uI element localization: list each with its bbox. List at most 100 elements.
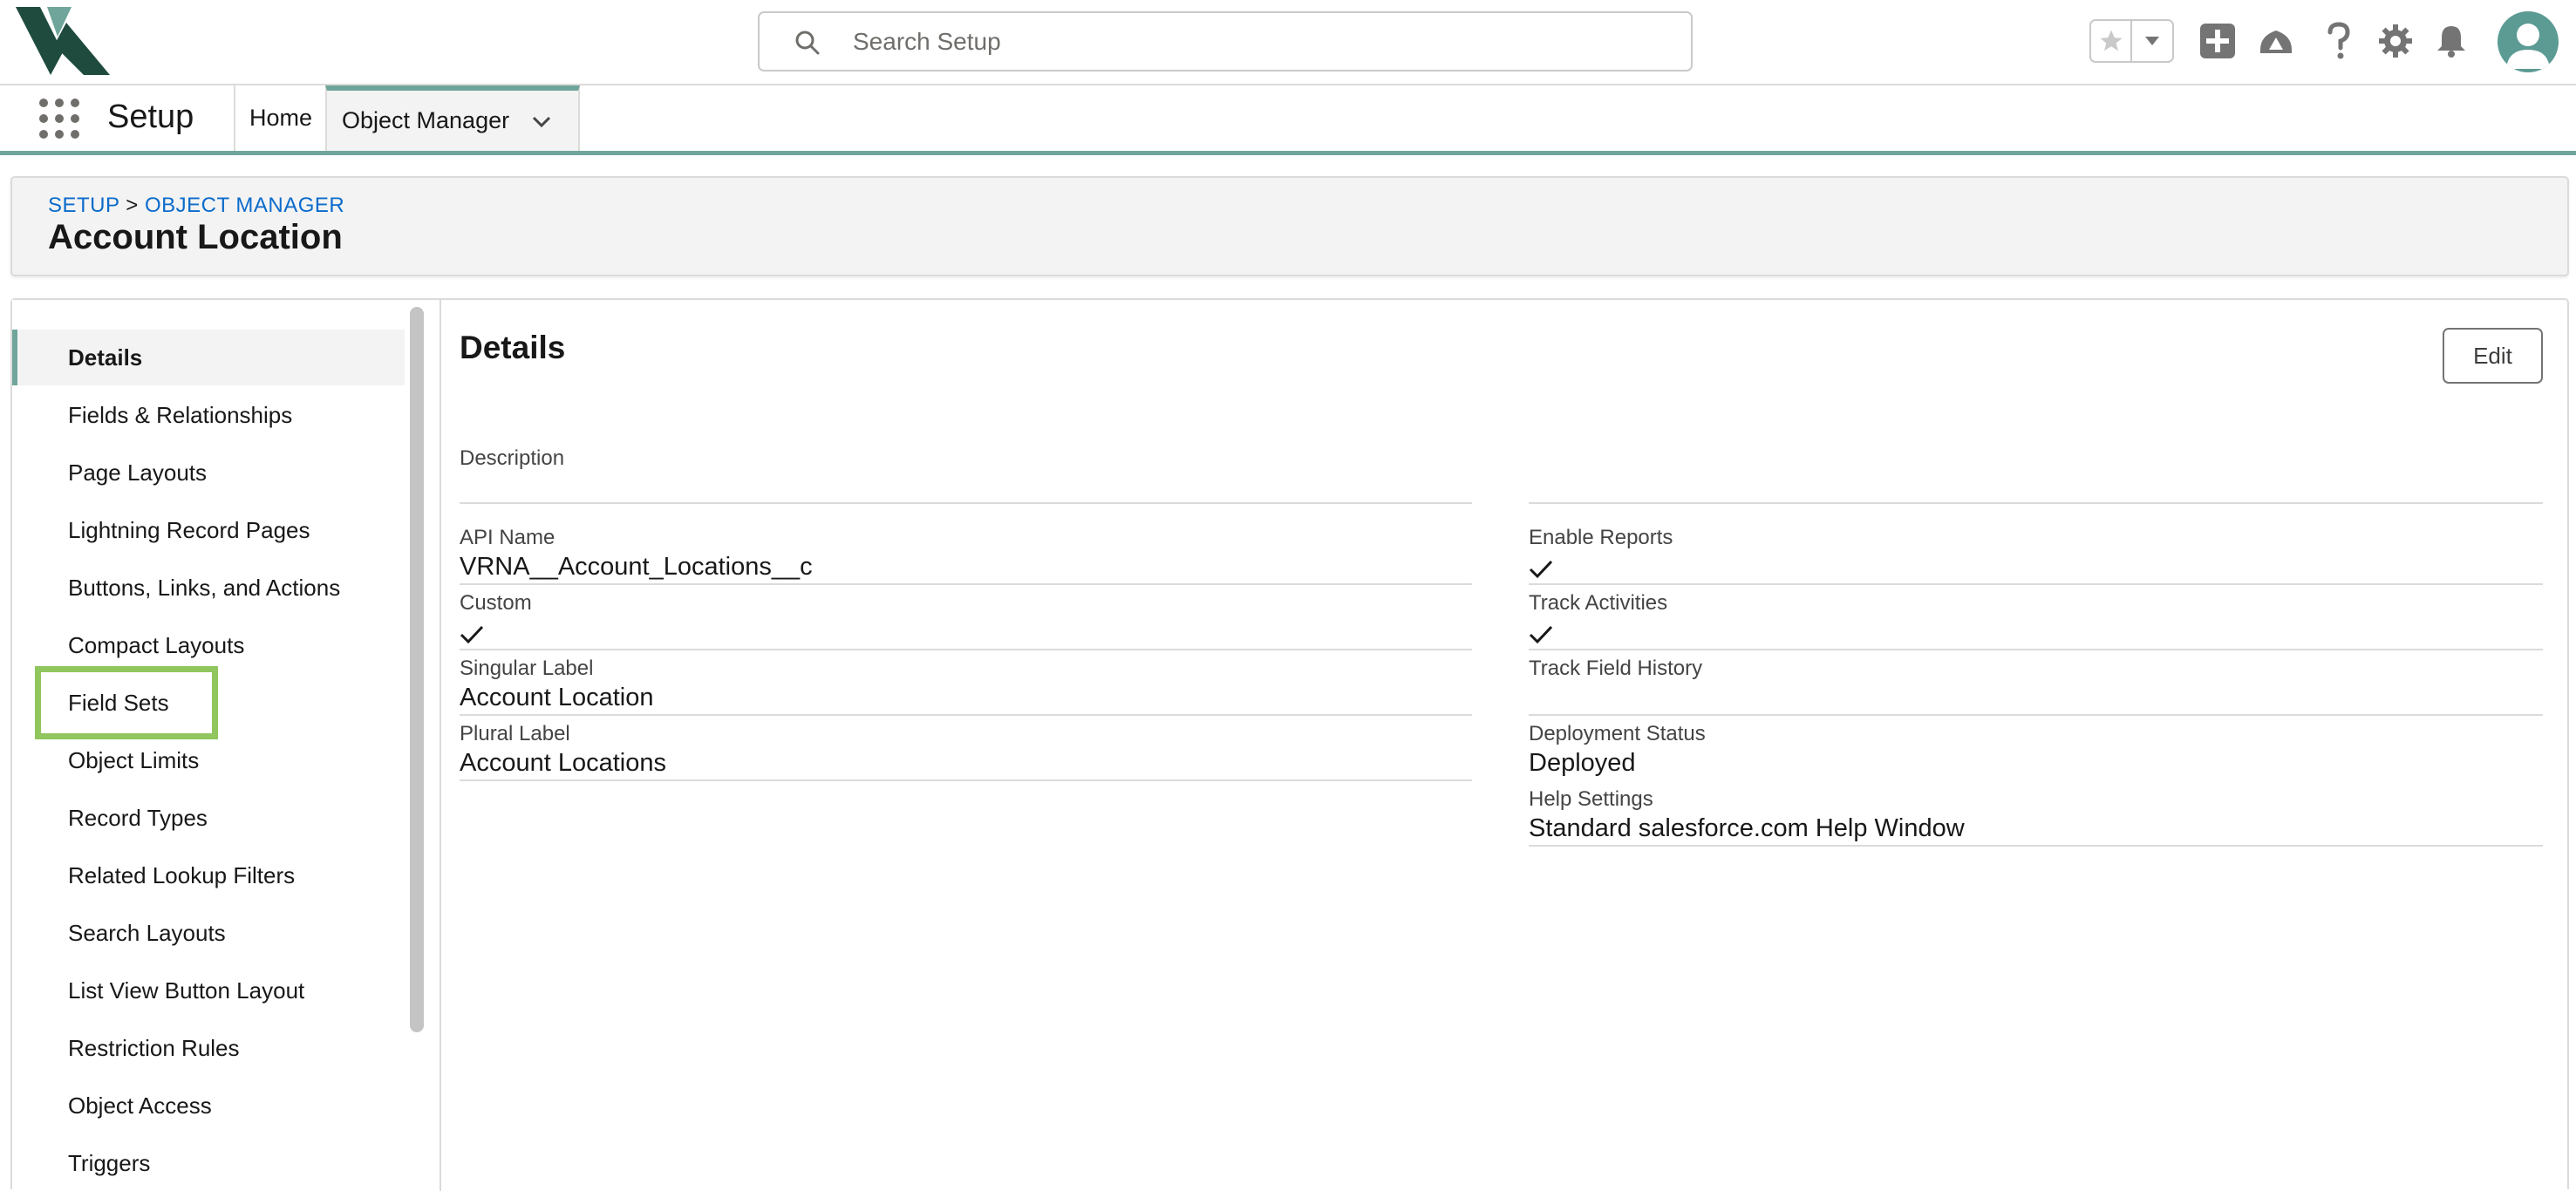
tab-object-manager-label: Object Manager [342, 107, 510, 133]
sidebar-item-field-sets[interactable]: Field Sets [12, 675, 405, 731]
sidebar-item-label: Details [68, 344, 143, 371]
divider [460, 714, 1472, 716]
plural-label-label: Plural Label [460, 722, 570, 745]
help-icon [2327, 22, 2350, 59]
plural-label-value: Account Locations [460, 749, 666, 777]
api-name-value: VRNA__Account_Locations__c [460, 553, 813, 581]
trailhead-button[interactable] [2254, 19, 2298, 63]
breadcrumb-object-manager-link[interactable]: OBJECT MANAGER [145, 194, 344, 217]
sidebar-item-label: Search Layouts [68, 919, 226, 946]
sidebar-nav: Details Fields & Relationships Page Layo… [12, 300, 405, 1191]
sidebar-item-label: Buttons, Links, and Actions [68, 574, 341, 601]
favorites-dropdown-button[interactable] [2132, 21, 2172, 61]
help-settings-value: Standard salesforce.com Help Window [1529, 814, 1965, 842]
sidebar-item-triggers[interactable]: Triggers [12, 1135, 405, 1191]
sidebar-item-label: Lightning Record Pages [68, 516, 310, 543]
breadcrumb-separator: > [126, 194, 139, 217]
breadcrumb: SETUP > OBJECT MANAGER [48, 194, 344, 218]
section-title: Details [460, 330, 566, 365]
sidebar-item-page-layouts[interactable]: Page Layouts [12, 445, 405, 500]
sidebar-item-lightning-record-pages[interactable]: Lightning Record Pages [12, 502, 405, 558]
track-field-history-label: Track Field History [1529, 657, 1703, 680]
tab-home-label: Home [249, 105, 313, 131]
global-actions-button[interactable] [2196, 19, 2239, 63]
chevron-down-icon[interactable] [530, 110, 553, 133]
sidebar-item-object-limits[interactable]: Object Limits [12, 732, 405, 788]
brand-logo[interactable] [16, 7, 113, 75]
tab-home[interactable]: Home [234, 85, 325, 151]
app-name: Setup [107, 99, 194, 135]
app-launcher-icon[interactable] [38, 98, 80, 140]
sidebar-item-restriction-rules[interactable]: Restriction Rules [12, 1020, 405, 1076]
divider [1529, 583, 2543, 585]
sidebar-item-label: Object Limits [68, 746, 200, 773]
context-nav-bar: Setup Home Object Manager [0, 85, 2576, 155]
edit-button[interactable]: Edit [2443, 328, 2543, 384]
sidebar-item-label: Field Sets [68, 689, 169, 716]
page-title: Account Location [48, 218, 343, 256]
favorites-dropdown-icon [2145, 37, 2159, 45]
enable-reports-check-icon [1529, 560, 1553, 579]
global-actions-icon [2200, 24, 2235, 58]
notifications-button[interactable] [2429, 19, 2473, 63]
sidebar-item-fields-relationships[interactable]: Fields & Relationships [12, 387, 405, 443]
help-settings-label: Help Settings [1529, 787, 1653, 811]
search-box[interactable] [758, 11, 1693, 71]
divider [1529, 845, 2543, 847]
sidebar-item-label: Object Access [68, 1092, 212, 1119]
sidebar-item-record-types[interactable]: Record Types [12, 790, 405, 846]
user-avatar-icon [2506, 24, 2550, 69]
setup-gear-icon [2379, 24, 2412, 58]
details-content: Details Edit Description API Name VRNA__… [443, 300, 2569, 1191]
deployment-status-label: Deployment Status [1529, 722, 1706, 745]
notifications-bell-icon [2437, 26, 2465, 58]
sidebar-item-label: Restriction Rules [68, 1034, 240, 1061]
setup-gear-button[interactable] [2374, 19, 2417, 63]
sidebar-item-object-access[interactable]: Object Access [12, 1078, 405, 1133]
sidebar-item-label: Compact Layouts [68, 631, 245, 658]
page-header: SETUP > OBJECT MANAGER Account Location [10, 176, 2569, 276]
singular-label-label: Singular Label [460, 657, 594, 680]
custom-label: Custom [460, 591, 532, 615]
track-activities-check-icon [1529, 625, 1553, 644]
sidebar-item-label: Related Lookup Filters [68, 861, 296, 888]
api-name-label: API Name [460, 526, 555, 549]
custom-check-icon [460, 625, 484, 644]
divider [1529, 502, 2543, 504]
main-panel: Details Fields & Relationships Page Layo… [10, 298, 2569, 1191]
sidebar-item-buttons-links-actions[interactable]: Buttons, Links, and Actions [12, 560, 405, 616]
divider [460, 583, 1472, 585]
sidebar-item-label: Fields & Relationships [68, 401, 293, 428]
search-icon [795, 31, 820, 55]
sidebar-item-label: List View Button Layout [68, 977, 305, 1004]
sidebar-item-list-view-button-layout[interactable]: List View Button Layout [12, 963, 405, 1018]
divider [1529, 714, 2543, 716]
singular-label-value: Account Location [460, 684, 654, 711]
sidebar-scrollbar-thumb[interactable] [410, 307, 424, 1032]
global-header [0, 0, 2576, 85]
description-label: Description [460, 446, 565, 470]
track-activities-label: Track Activities [1529, 591, 1668, 615]
favorites-star-icon [2100, 30, 2122, 51]
sidebar-item-label: Triggers [68, 1149, 151, 1176]
divider [460, 649, 1472, 650]
divider [1529, 649, 2543, 650]
sidebar-item-search-layouts[interactable]: Search Layouts [12, 905, 405, 961]
favorites-star-button[interactable] [2091, 21, 2133, 61]
divider [460, 779, 1472, 781]
enable-reports-label: Enable Reports [1529, 526, 1673, 549]
user-avatar[interactable] [2498, 11, 2559, 72]
tab-object-manager[interactable]: Object Manager [325, 85, 580, 151]
search-input[interactable] [851, 22, 1636, 62]
divider [460, 502, 1472, 504]
deployment-status-value: Deployed [1529, 749, 1636, 777]
help-button[interactable] [2317, 19, 2361, 63]
trailhead-icon [2260, 31, 2292, 53]
sidebar-item-compact-layouts[interactable]: Compact Layouts [12, 617, 405, 673]
sidebar-item-details[interactable]: Details [12, 330, 405, 385]
sidebar-item-related-lookup-filters[interactable]: Related Lookup Filters [12, 847, 405, 903]
breadcrumb-setup-link[interactable]: SETUP [48, 194, 119, 217]
favorites-group [2089, 19, 2174, 63]
sidebar-item-label: Record Types [68, 804, 208, 831]
sidebar-item-label: Page Layouts [68, 459, 208, 486]
